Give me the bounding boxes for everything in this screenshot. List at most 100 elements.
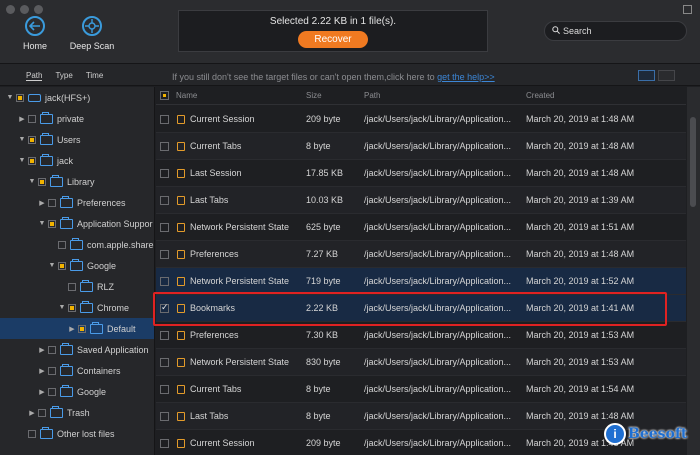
file-icon (177, 142, 185, 151)
tree-checkbox[interactable] (68, 282, 76, 291)
tree-item[interactable]: ▶ Default (0, 318, 154, 339)
tree-item[interactable]: ▶ Google (0, 381, 154, 402)
row-checkbox[interactable] (160, 358, 169, 367)
home-label: Home (22, 41, 47, 51)
expanded-triangle-icon[interactable]: ▼ (48, 262, 56, 269)
collapsed-triangle-icon[interactable]: ▶ (38, 367, 46, 375)
tree-checkbox[interactable] (58, 261, 66, 270)
table-row[interactable]: Current Tabs 8 byte/jack/Users/jack/Libra… (156, 376, 686, 403)
row-checkbox[interactable] (160, 115, 169, 124)
tree-item[interactable]: ▼ jack (0, 150, 154, 171)
tab-time[interactable]: Time (86, 71, 103, 81)
tree-checkbox[interactable] (16, 93, 24, 102)
tree-checkbox[interactable] (48, 198, 56, 207)
tree-item[interactable]: com.apple.share (0, 234, 154, 255)
row-checkbox[interactable] (160, 196, 169, 205)
collapsed-triangle-icon[interactable]: ▶ (38, 199, 46, 207)
expanded-triangle-icon[interactable]: ▼ (38, 220, 46, 227)
tree-item[interactable]: ▶ Saved Application (0, 339, 154, 360)
tree-checkbox[interactable] (48, 219, 56, 228)
row-checkbox[interactable] (160, 277, 169, 286)
table-row[interactable]: Last Session 17.85 KB/jack/Users/jack/Lib… (156, 160, 686, 187)
tree-checkbox[interactable] (78, 324, 86, 333)
collapsed-triangle-icon[interactable]: ▶ (68, 325, 76, 333)
list-view-icon[interactable] (638, 70, 655, 81)
tree-item[interactable]: ▶ Containers (0, 360, 154, 381)
tree-checkbox[interactable] (38, 177, 46, 186)
tree-item[interactable]: ▼ Google (0, 255, 154, 276)
file-path: /jack/Users/jack/Library/Application... (364, 114, 512, 124)
expanded-triangle-icon[interactable]: ▼ (28, 178, 36, 185)
tree-item[interactable]: RLZ (0, 276, 154, 297)
tree-item[interactable]: ▼ jack(HFS+) (0, 87, 154, 108)
collapsed-triangle-icon[interactable]: ▶ (38, 388, 46, 396)
zoom-window-button[interactable] (34, 5, 43, 14)
folder-icon (40, 426, 53, 439)
row-checkbox[interactable] (160, 412, 169, 421)
collapsed-triangle-icon[interactable]: ▶ (38, 346, 46, 354)
tree-checkbox[interactable] (48, 366, 56, 375)
table-row[interactable]: Last Tabs 10.03 KB/jack/Users/jack/Librar… (156, 187, 686, 214)
row-checkbox[interactable] (160, 250, 169, 259)
grid-view-icon[interactable] (658, 70, 675, 81)
select-all-checkbox[interactable] (160, 91, 169, 100)
tree-item[interactable]: ▼ Chrome (0, 297, 154, 318)
expanded-triangle-icon[interactable]: ▼ (18, 136, 26, 143)
minimize-window-button[interactable] (20, 5, 29, 14)
search-input[interactable] (563, 26, 673, 36)
row-checkbox[interactable] (160, 223, 169, 232)
fullscreen-icon[interactable] (683, 5, 692, 14)
table-row[interactable]: Current Session 209 byte/jack/Users/jack/… (156, 106, 686, 133)
tree-checkbox[interactable] (28, 135, 36, 144)
scrollbar-thumb[interactable] (690, 117, 696, 207)
header-created[interactable]: Created (526, 91, 554, 100)
tree-item[interactable]: ▶ Preferences (0, 192, 154, 213)
tree-checkbox[interactable] (38, 408, 46, 417)
header-name[interactable]: Name (176, 91, 197, 100)
table-row[interactable]: Preferences 7.30 KB/jack/Users/jack/Libra… (156, 322, 686, 349)
table-row[interactable]: Preferences 7.27 KB/jack/Users/jack/Libra… (156, 241, 686, 268)
file-path: /jack/Users/jack/Library/Application... (364, 195, 512, 205)
tree-checkbox[interactable] (28, 114, 36, 123)
tree-item[interactable]: ▼ Application Suppor (0, 213, 154, 234)
row-checkbox[interactable] (160, 385, 169, 394)
file-name: Current Tabs (190, 141, 242, 151)
list-scrollbar[interactable] (687, 87, 700, 455)
tab-type[interactable]: Type (55, 71, 72, 81)
file-size: 625 byte (306, 222, 341, 232)
tree-checkbox[interactable] (28, 429, 36, 438)
tree-checkbox[interactable] (48, 345, 56, 354)
tree-checkbox[interactable] (48, 387, 56, 396)
table-row[interactable]: Current Tabs 8 byte/jack/Users/jack/Libra… (156, 133, 686, 160)
table-row[interactable]: Network Persistent State 719 byte/jack/Us… (156, 268, 686, 295)
expanded-triangle-icon[interactable]: ▼ (58, 304, 66, 311)
collapsed-triangle-icon[interactable]: ▶ (28, 409, 36, 417)
table-row[interactable]: Bookmarks 2.22 KB/jack/Users/jack/Library… (156, 295, 686, 322)
tree-item[interactable]: ▼ Library (0, 171, 154, 192)
recover-button[interactable]: Recover (298, 31, 368, 48)
header-size[interactable]: Size (306, 91, 322, 100)
tab-path[interactable]: Path (26, 71, 43, 81)
row-checkbox[interactable] (160, 439, 169, 448)
help-link[interactable]: get the help>> (437, 72, 495, 82)
expanded-triangle-icon[interactable]: ▼ (18, 157, 26, 164)
tree-item[interactable]: ▶ Trash (0, 402, 154, 423)
table-row[interactable]: Network Persistent State 625 byte/jack/Us… (156, 214, 686, 241)
tree-checkbox[interactable] (68, 303, 76, 312)
deep-scan-button[interactable]: Deep Scan (57, 16, 127, 51)
search-box[interactable] (544, 21, 687, 41)
header-path[interactable]: Path (364, 91, 380, 100)
table-row[interactable]: Network Persistent State 830 byte/jack/Us… (156, 349, 686, 376)
row-checkbox[interactable] (160, 169, 169, 178)
close-window-button[interactable] (6, 5, 15, 14)
row-checkbox[interactable] (160, 302, 169, 313)
row-checkbox[interactable] (160, 142, 169, 151)
collapsed-triangle-icon[interactable]: ▶ (18, 115, 26, 123)
tree-checkbox[interactable] (58, 240, 66, 249)
expanded-triangle-icon[interactable]: ▼ (6, 94, 14, 101)
tree-item[interactable]: Other lost files (0, 423, 154, 444)
row-checkbox[interactable] (160, 331, 169, 340)
tree-item[interactable]: ▼ Users (0, 129, 154, 150)
tree-item[interactable]: ▶ private (0, 108, 154, 129)
tree-checkbox[interactable] (28, 156, 36, 165)
